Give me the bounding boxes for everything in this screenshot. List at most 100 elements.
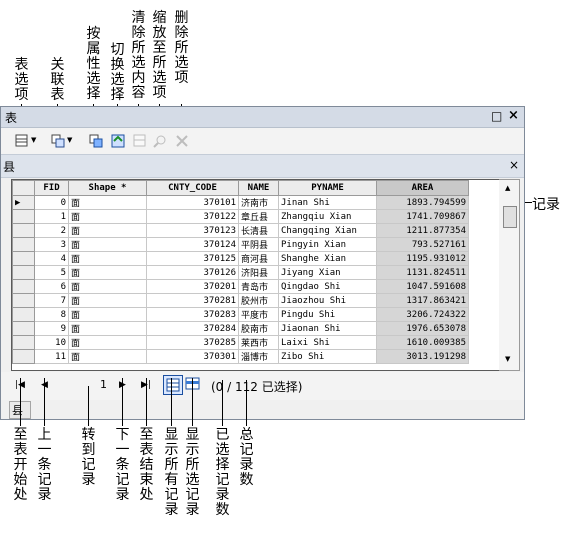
table-cell: 11 [34,349,69,364]
table-tab-label[interactable]: 县 [3,158,15,175]
table-cell: 3013.191298 [376,349,469,364]
table-row[interactable]: 6 面 370201 青岛市 Qingdao Shi 1047.591608 [12,279,469,294]
restore-button[interactable]: □ [491,109,502,123]
table-cell: 胶州市 [238,293,279,308]
table-options-button[interactable] [15,133,29,147]
row-selector[interactable] [12,335,35,350]
table-row[interactable]: 1 面 370122 章丘县 Zhangqiu Xian 1741.709867 [12,209,469,224]
column-header[interactable]: PYNAME [278,180,377,196]
table-cell: Jiaonan Shi [278,321,377,336]
zoom-to-selected-button[interactable] [153,133,167,148]
table-cell: 370201 [146,279,239,294]
table-cell: 面 [68,237,147,252]
table-row[interactable]: 4 面 370125 商河县 Shanghe Xian 1195.931012 [12,251,469,266]
row-selector[interactable] [12,251,35,266]
switch-selection-icon [111,134,125,148]
select-by-attributes-button[interactable] [89,133,103,148]
last-record-annotation: 至表结束处 [139,427,154,503]
table-cell: 1741.709867 [376,209,469,224]
row-selector[interactable] [12,349,35,364]
table-cell: 6 [34,279,69,294]
row-selector[interactable] [12,209,35,224]
table-cell: 济南市 [238,195,279,210]
table-cell: 面 [68,251,147,266]
table-cell: 1610.009385 [376,335,469,350]
table-cell: 370283 [146,307,239,322]
table-row[interactable]: 7 面 370281 胶州市 Jiaozhou Shi 1317.863421 [12,293,469,308]
table-cell: 370124 [146,237,239,252]
previous-record-annotation: 上一条记录 [37,427,52,503]
toolbar: ▼ ▼ [1,128,524,154]
row-selector[interactable] [12,265,35,280]
next-record-annotation: 下一条记录 [115,427,130,503]
delete-selected-button[interactable] [175,133,189,147]
table-row[interactable]: 3 面 370124 平阴县 Pingyin Xian 793.527161 [12,237,469,252]
table-cell: 7 [34,293,69,308]
scroll-up-icon[interactable]: ▲ [505,184,510,192]
table-cell: 平阴县 [238,237,279,252]
table-cell: 面 [68,335,147,350]
row-selector[interactable] [12,307,35,322]
show-all-records-annotation: 显示所有记录 [164,427,179,518]
table-row[interactable]: 10 面 370285 莱西市 Laixi Shi 1610.009385 [12,335,469,350]
table-cell: 平度市 [238,307,279,322]
row-selector-header[interactable] [12,180,35,196]
select-by-attributes-annotation: 按属性选择 [86,26,101,102]
switch-selection-button[interactable] [111,133,125,148]
table-row[interactable]: 11 面 370301 淄博市 Zibo Shi 3013.191298 [12,349,469,364]
close-table-tab-button[interactable]: × [509,158,519,172]
row-selector[interactable] [12,321,35,336]
scroll-down-icon[interactable]: ▼ [505,355,510,363]
row-selector[interactable] [12,293,35,308]
window-title: 表 [5,111,18,125]
scroll-thumb[interactable] [503,206,517,228]
row-selector[interactable] [12,279,35,294]
show-selected-records-annotation: 显示所选记录 [185,427,200,518]
table-row[interactable]: ▶ 0 面 370101 济南市 Jinan Shi 1893.794599 [12,195,469,210]
table-cell: 商河县 [238,251,279,266]
table-cell: 1047.591608 [376,279,469,294]
table-cell: 胶南市 [238,321,279,336]
column-header[interactable]: AREA [376,180,469,196]
row-selector[interactable] [12,237,35,252]
table-cell: 370123 [146,223,239,238]
column-header[interactable]: NAME [238,180,279,196]
table-row[interactable]: 8 面 370283 平度市 Pingdu Shi 3206.724322 [12,307,469,322]
table-cell: 1211.877354 [376,223,469,238]
vertical-scrollbar[interactable]: ▲ ▼ [499,179,520,371]
zoom-to-selected-annotation: 缩放至所选项 [152,10,167,101]
clear-selection-icon [133,134,146,147]
table-cell: 9 [34,321,69,336]
table-options-icon [15,134,28,147]
clear-selection-button[interactable] [133,133,147,147]
leader-line [122,378,123,426]
column-header[interactable]: FID [34,180,69,196]
table-cell: 莱西市 [238,335,279,350]
record-annotation: 记录 [532,197,560,213]
related-tables-button[interactable] [51,133,65,148]
chevron-down-icon[interactable]: ▼ [67,136,72,144]
table-cell: Pingyin Xian [278,237,377,252]
table-cell: 370126 [146,265,239,280]
table-cell: 1131.824511 [376,265,469,280]
chevron-down-icon[interactable]: ▼ [31,136,36,144]
table-row[interactable]: 9 面 370284 胶南市 Jiaonan Shi 1976.653078 [12,321,469,336]
goto-record-input[interactable]: 1 [57,377,107,393]
table-cell: 青岛市 [238,279,279,294]
row-selector[interactable]: ▶ [12,195,35,210]
column-header[interactable]: Shape * [68,180,147,196]
table-row[interactable]: 5 面 370126 济阳县 Jiyang Xian 1131.824511 [12,265,469,280]
table-cell: Jinan Shi [278,195,377,210]
related-tables-icon [51,134,65,148]
close-button[interactable]: × [508,108,519,123]
column-header[interactable]: CNTY_CODE [146,180,239,196]
show-all-records-button[interactable] [163,375,183,395]
table-cell: 793.527161 [376,237,469,252]
bottom-tab-label: 县 [12,404,23,417]
table-row[interactable]: 2 面 370123 长清县 Changqing Xian 1211.877354 [12,223,469,238]
table-cell: 面 [68,265,147,280]
goto-record-annotation: 转到记录 [81,427,96,488]
table-cell: Shanghe Xian [278,251,377,266]
show-selected-records-button[interactable] [185,376,201,392]
row-selector[interactable] [12,223,35,238]
